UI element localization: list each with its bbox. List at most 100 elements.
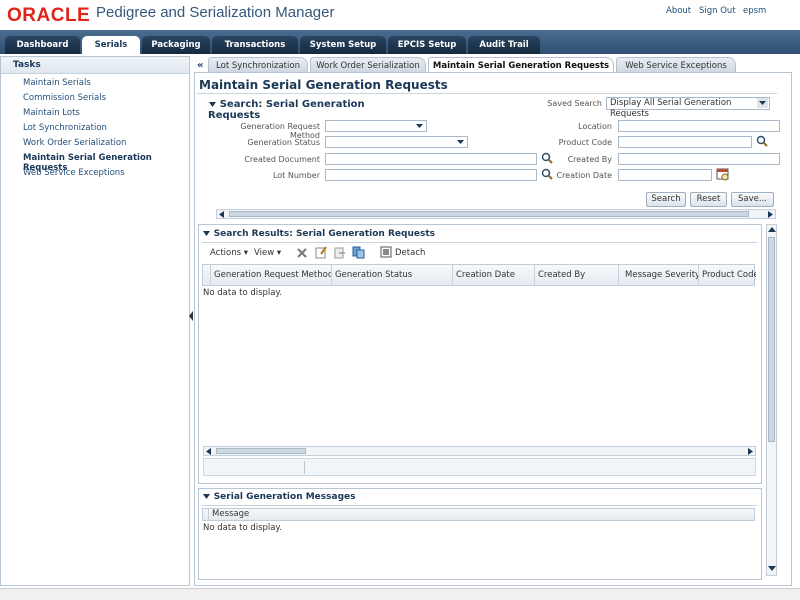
creation-date-label: Creation Date — [556, 171, 612, 180]
creation-date-input[interactable] — [618, 169, 712, 181]
created-by-label: Created By — [567, 155, 612, 164]
tab-audit-trail[interactable]: Audit Trail — [468, 36, 540, 54]
lot-number-label: Lot Number — [272, 171, 320, 180]
product-code-input[interactable] — [618, 136, 752, 148]
results-section-header: Search Results: Serial Generation Reques… — [202, 229, 502, 239]
created-by-input[interactable] — [618, 153, 780, 165]
col-product-code[interactable]: Product Code — [699, 265, 756, 285]
task-maintain-lots[interactable]: Maintain Lots — [23, 108, 80, 118]
tab-epcis-setup[interactable]: EPCIS Setup — [388, 36, 466, 54]
actions-label: Actions — [210, 248, 242, 258]
export-icon[interactable] — [334, 246, 346, 259]
results-table-header: Generation Request Method Generation Sta… — [202, 264, 756, 286]
tab-transactions[interactable]: Transactions — [212, 36, 298, 54]
row-selector-header — [203, 265, 211, 285]
scroll-thumb[interactable] — [768, 237, 775, 442]
app-title: Pedigree and Serialization Manager — [96, 4, 335, 21]
tasks-panel: Tasks Maintain Serials Commission Serial… — [0, 56, 190, 586]
results-divider — [202, 242, 757, 243]
task-lot-synchronization[interactable]: Lot Synchronization — [23, 123, 107, 133]
scroll-tabs-left-icon[interactable]: « — [197, 60, 203, 71]
saved-search-select[interactable]: Display All Serial Generation Requests — [606, 97, 770, 119]
calendar-icon[interactable] — [716, 167, 730, 181]
subtab-web-service-exceptions[interactable]: Web Service Exceptions — [616, 57, 736, 73]
results-title: Search Results: Serial Generation Reques… — [213, 229, 435, 239]
task-web-service-exceptions[interactable]: Web Service Exceptions — [23, 168, 125, 178]
delete-icon[interactable] — [296, 247, 308, 259]
col-generation-request-method[interactable]: Generation Request Method — [211, 265, 332, 285]
chevron-down-icon[interactable] — [455, 137, 466, 147]
reset-button[interactable]: Reset — [690, 192, 727, 207]
scroll-down-icon[interactable] — [768, 565, 776, 573]
lot-number-input[interactable] — [325, 169, 537, 181]
results-empty-text: No data to display. — [203, 288, 283, 298]
scroll-thumb[interactable] — [216, 448, 306, 454]
collapse-section-icon[interactable] — [202, 229, 211, 238]
search-icon[interactable] — [756, 135, 768, 147]
title-divider — [197, 93, 777, 94]
subtab-work-order-serialization[interactable]: Work Order Serialization — [310, 57, 426, 73]
product-code-label: Product Code — [558, 138, 612, 147]
col-message[interactable]: Message — [209, 509, 749, 520]
tab-system-setup[interactable]: System Setup — [300, 36, 386, 54]
page-title: Maintain Serial Generation Requests — [199, 78, 448, 92]
location-input[interactable] — [618, 120, 780, 132]
scroll-left-icon[interactable] — [218, 211, 225, 218]
task-work-order-serialization[interactable]: Work Order Serialization — [23, 138, 126, 148]
status-bar — [0, 588, 800, 600]
col-generation-status[interactable]: Generation Status — [332, 265, 453, 285]
messages-section-header: Serial Generation Messages — [202, 492, 502, 502]
actions-menu[interactable]: Actions ▾ — [210, 248, 248, 258]
scroll-up-icon[interactable] — [768, 226, 776, 234]
tab-dashboard[interactable]: Dashboard — [5, 36, 80, 54]
search-button[interactable]: Search — [646, 192, 686, 207]
scroll-right-icon[interactable] — [767, 211, 774, 218]
scroll-right-icon[interactable] — [747, 448, 754, 455]
detach-icon[interactable] — [380, 246, 392, 258]
generation-request-method-select[interactable] — [325, 120, 427, 132]
view-menu[interactable]: View ▾ — [254, 248, 281, 258]
generation-status-label: Generation Status — [247, 138, 320, 147]
created-document-input[interactable] — [325, 153, 537, 165]
search-horizontal-scrollbar[interactable] — [216, 209, 776, 219]
chevron-down-icon[interactable] — [414, 121, 425, 131]
main-vertical-scrollbar[interactable] — [766, 224, 777, 576]
generation-status-select[interactable] — [325, 136, 468, 148]
scroll-left-icon[interactable] — [205, 448, 212, 455]
subtab-maintain-serial-generation-requests[interactable]: Maintain Serial Generation Requests — [428, 57, 614, 73]
results-footer — [203, 458, 756, 476]
location-label: Location — [578, 122, 612, 131]
subtab-lot-synchronization[interactable]: Lot Synchronization — [208, 57, 308, 73]
tab-packaging[interactable]: Packaging — [142, 36, 210, 54]
edit-icon[interactable] — [315, 246, 327, 259]
copy-icon[interactable] — [352, 246, 365, 259]
search-section-header: Search: Serial Generation Requests — [208, 99, 398, 121]
task-maintain-serials[interactable]: Maintain Serials — [23, 78, 91, 88]
messages-empty-text: No data to display. — [203, 523, 283, 533]
search-title: Search: Serial Generation Requests — [208, 99, 365, 121]
created-document-label: Created Document — [244, 155, 320, 164]
footer-divider — [304, 461, 305, 474]
results-panel — [198, 224, 762, 484]
oracle-logo: ORACLE — [7, 5, 91, 26]
col-creation-date[interactable]: Creation Date — [453, 265, 535, 285]
messages-table-header: Message — [202, 508, 755, 521]
chevron-down-icon[interactable] — [757, 98, 768, 108]
results-horizontal-scrollbar[interactable] — [203, 446, 756, 456]
saved-search-label: Saved Search — [547, 99, 602, 108]
scroll-thumb[interactable] — [229, 211, 749, 217]
messages-title: Serial Generation Messages — [213, 492, 356, 502]
detach-label[interactable]: Detach — [395, 248, 425, 258]
col-message-severity[interactable]: Message Severity — [619, 265, 699, 285]
user-link[interactable]: epsm — [743, 6, 766, 16]
tab-serials[interactable]: Serials — [82, 36, 140, 54]
collapse-section-icon[interactable] — [202, 492, 211, 501]
tasks-heading: Tasks — [1, 57, 189, 74]
col-created-by[interactable]: Created By — [535, 265, 619, 285]
about-link[interactable]: About — [666, 6, 691, 16]
save-search-button[interactable]: Save... — [731, 192, 774, 207]
sign-out-link[interactable]: Sign Out — [699, 6, 736, 16]
task-commission-serials[interactable]: Commission Serials — [23, 93, 106, 103]
collapse-section-icon[interactable] — [208, 100, 217, 109]
messages-divider — [202, 505, 757, 506]
